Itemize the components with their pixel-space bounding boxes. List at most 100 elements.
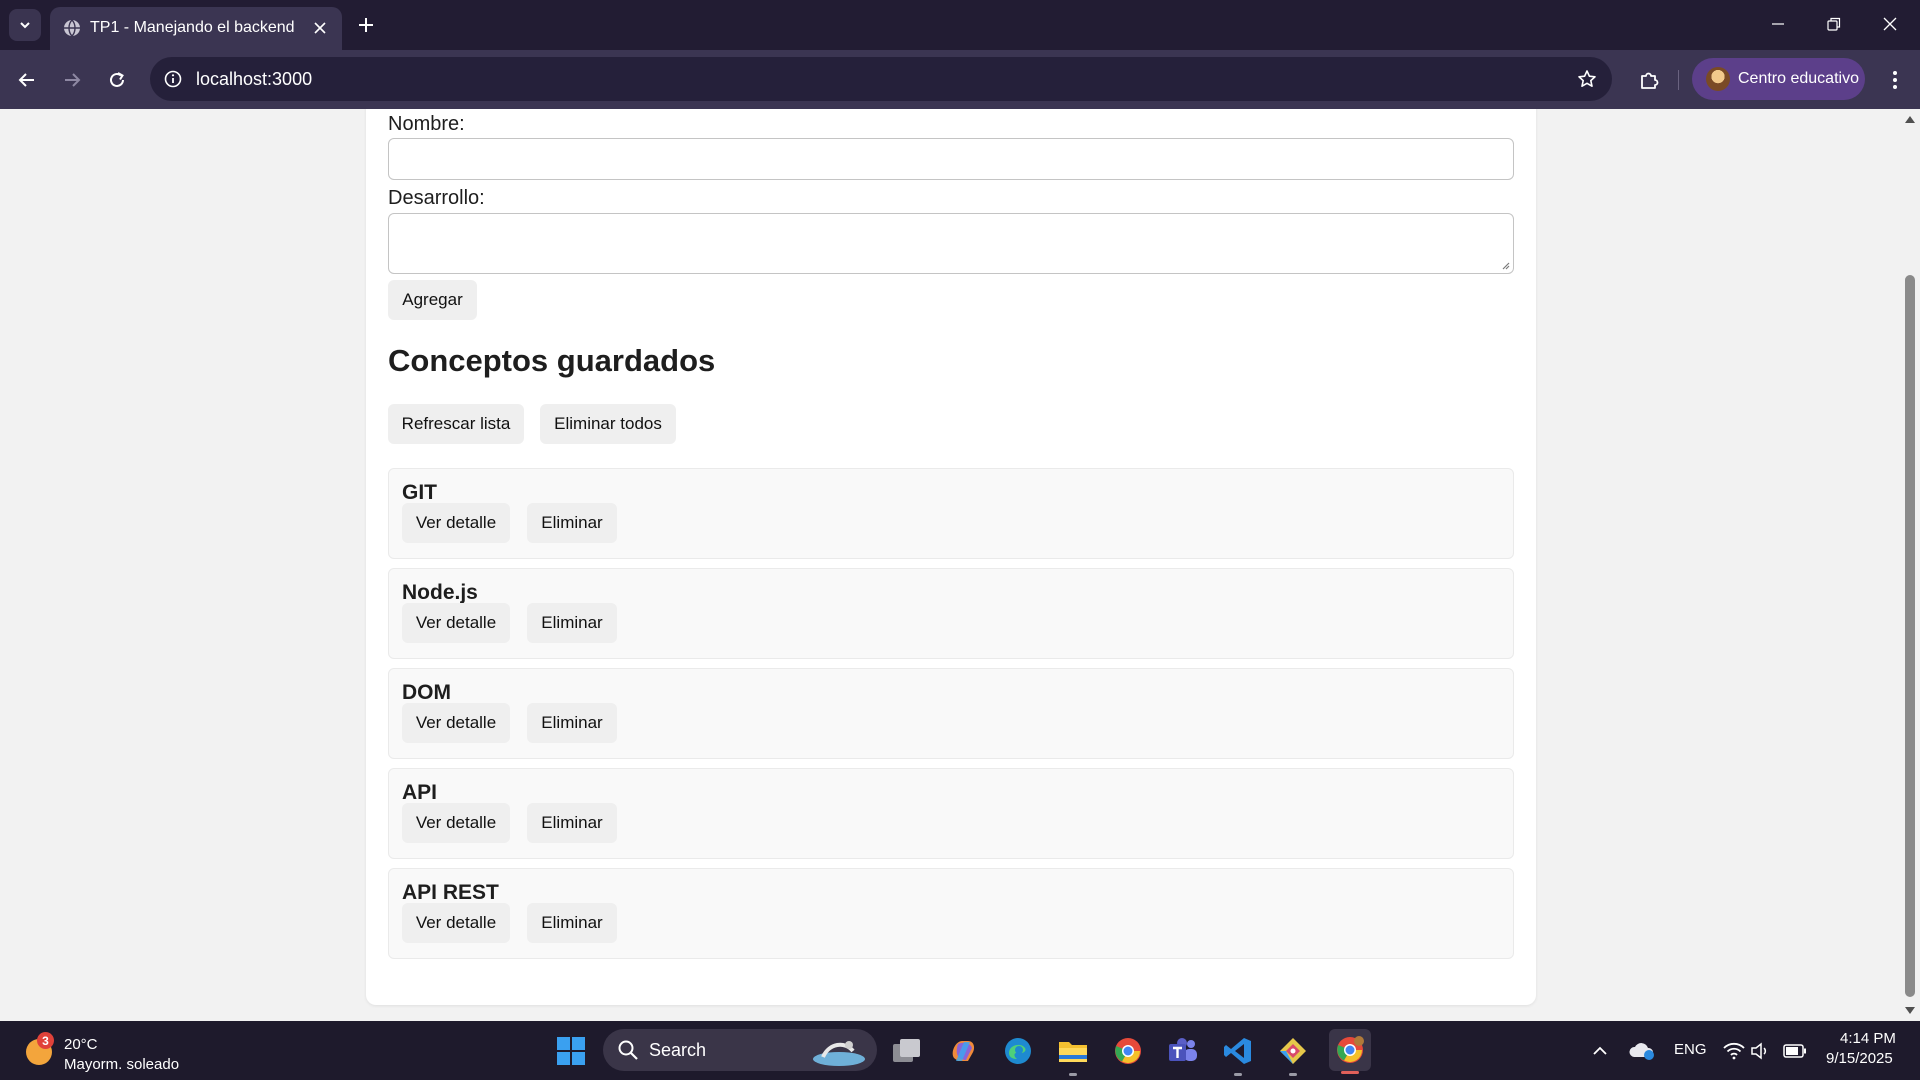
tab-close-button[interactable] <box>308 16 332 40</box>
concept-name: GIT <box>402 481 437 504</box>
delete-all-button[interactable]: Eliminar todos <box>540 404 676 444</box>
temperature: 20°C <box>64 1036 98 1053</box>
view-detail-button[interactable]: Ver detalle <box>402 703 510 743</box>
tab-search-button[interactable] <box>9 9 41 41</box>
taskbar: 3 20°C Mayorm. soleado Search ENG 4:14 P… <box>0 1021 1920 1080</box>
concept-name: Node.js <box>402 581 478 604</box>
view-detail-button[interactable]: Ver detalle <box>402 603 510 643</box>
clock-date[interactable]: 9/15/2025 <box>1826 1050 1893 1067</box>
copilot-button[interactable] <box>944 1032 982 1070</box>
onedrive-button[interactable] <box>1624 1032 1660 1070</box>
running-indicator <box>1069 1073 1077 1076</box>
wifi-icon <box>1723 1042 1745 1060</box>
windows-icon <box>557 1037 585 1065</box>
arrow-left-icon <box>18 73 34 87</box>
delete-button[interactable]: Eliminar <box>527 903 617 943</box>
teams-icon <box>1169 1038 1197 1061</box>
chrome-profile-button[interactable] <box>1329 1029 1371 1074</box>
concept-item: GIT Ver detalle Eliminar <box>388 468 1514 559</box>
restore-icon <box>1827 17 1841 31</box>
bookmark-button[interactable] <box>1574 66 1600 92</box>
star-icon <box>1578 70 1596 87</box>
delete-button[interactable]: Eliminar <box>527 703 617 743</box>
resize-handle-icon[interactable] <box>1500 260 1510 270</box>
search-icon <box>618 1040 638 1060</box>
concept-item: API Ver detalle Eliminar <box>388 768 1514 859</box>
git-app-button[interactable] <box>1274 1032 1312 1076</box>
info-icon <box>164 70 182 88</box>
refresh-list-button[interactable]: Refrescar lista <box>388 404 524 444</box>
battery-button[interactable] <box>1778 1032 1812 1070</box>
development-label: Desarrollo: <box>388 187 485 209</box>
back-button[interactable] <box>11 64 43 96</box>
vscode-button[interactable] <box>1219 1032 1257 1076</box>
weather-description: Mayorm. soleado <box>64 1056 180 1073</box>
delete-button[interactable]: Eliminar <box>527 603 617 643</box>
running-indicator <box>1289 1073 1297 1076</box>
speaker-icon <box>1751 1042 1767 1060</box>
weather-widget[interactable]: 3 20°C Mayorm. soleado <box>24 1029 204 1073</box>
scroll-up-icon[interactable] <box>1904 113 1916 125</box>
chrome-icon <box>1115 1038 1141 1064</box>
active-tab[interactable]: TP1 - Manejando el backend <box>50 7 342 50</box>
show-hidden-icons-button[interactable] <box>1582 1032 1618 1070</box>
close-window-button[interactable] <box>1862 0 1918 48</box>
forward-button[interactable] <box>56 64 88 96</box>
view-detail-button[interactable]: Ver detalle <box>402 503 510 543</box>
site-info-button[interactable] <box>160 66 186 92</box>
chrome-icon <box>1337 1036 1364 1063</box>
view-detail-button[interactable]: Ver detalle <box>402 803 510 843</box>
reload-button[interactable] <box>101 64 133 96</box>
page-viewport: Nombre: Desarrollo: Agregar Conceptos gu… <box>0 109 1900 1021</box>
teams-button[interactable] <box>1164 1032 1202 1070</box>
development-textarea[interactable] <box>388 213 1514 274</box>
add-button[interactable]: Agregar <box>388 280 477 320</box>
cloud-sync-icon <box>1629 1043 1654 1060</box>
search-label: Search <box>649 1040 707 1060</box>
concept-item: API REST Ver detalle Eliminar <box>388 868 1514 959</box>
profile-button[interactable]: Centro educativo <box>1692 58 1865 100</box>
edge-button[interactable] <box>999 1032 1037 1070</box>
extensions-button[interactable] <box>1632 63 1666 97</box>
weather-badge: 3 <box>37 1032 54 1049</box>
tab-title: TP1 - Manejando el backend <box>90 19 295 36</box>
reload-icon <box>110 72 124 87</box>
task-view-button[interactable] <box>888 1032 926 1070</box>
clock-time[interactable]: 4:14 PM <box>1840 1030 1896 1047</box>
search-highlight-icon <box>813 1041 865 1066</box>
language-indicator[interactable]: ENG <box>1674 1041 1707 1058</box>
minimize-icon <box>1772 23 1784 25</box>
git-kraken-icon <box>1280 1038 1306 1064</box>
active-indicator <box>1341 1071 1359 1074</box>
name-input[interactable] <box>388 138 1514 180</box>
concept-name: API REST <box>402 881 499 904</box>
browser-toolbar: localhost:3000 Centro educativo <box>0 50 1920 109</box>
vscode-icon <box>1224 1038 1251 1064</box>
address-bar[interactable]: localhost:3000 <box>150 57 1612 101</box>
file-explorer-button[interactable] <box>1054 1032 1092 1076</box>
folder-icon <box>1059 1042 1087 1062</box>
page-scrollbar[interactable] <box>1900 109 1920 1021</box>
puzzle-icon <box>1641 72 1659 89</box>
start-button[interactable] <box>552 1032 590 1070</box>
new-tab-button[interactable] <box>352 11 380 39</box>
taskbar-search[interactable]: Search <box>603 1029 877 1071</box>
view-detail-button[interactable]: Ver detalle <box>402 903 510 943</box>
browser-menu-button[interactable] <box>1880 64 1910 96</box>
name-label: Nombre: <box>388 113 465 135</box>
close-icon <box>314 22 326 34</box>
saved-concepts-title: Conceptos guardados <box>388 343 716 378</box>
tab-strip: TP1 - Manejando el backend <box>0 0 1920 50</box>
chrome-button[interactable] <box>1109 1032 1147 1070</box>
copilot-icon <box>952 1040 975 1061</box>
minimize-button[interactable] <box>1750 0 1806 48</box>
delete-button[interactable]: Eliminar <box>527 803 617 843</box>
volume-button[interactable] <box>1745 1032 1775 1070</box>
plus-icon <box>359 18 373 32</box>
chevron-down-icon <box>20 22 30 29</box>
restore-button[interactable] <box>1806 0 1862 48</box>
toolbar-divider <box>1678 70 1679 90</box>
delete-button[interactable]: Eliminar <box>527 503 617 543</box>
scrollbar-thumb[interactable] <box>1905 275 1915 997</box>
scroll-down-icon[interactable] <box>1904 1005 1916 1017</box>
